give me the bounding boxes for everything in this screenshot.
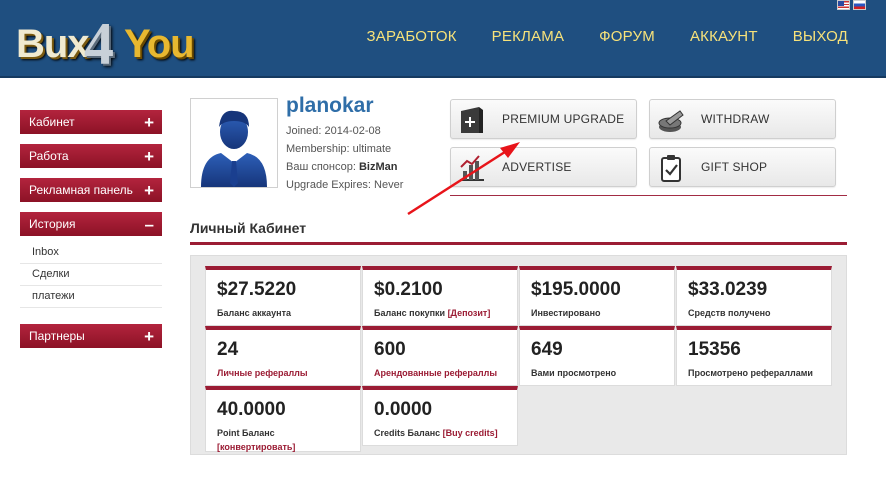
nav-earn[interactable]: ЗАРАБОТОК [367, 28, 457, 45]
direct-referrals-link[interactable]: Личные рефераллы [217, 366, 308, 380]
stat-card-referral-views: 15356 Просмотрено рефераллами [676, 326, 832, 386]
profile-info: planokar Joined: 2014-02-08 Membership: … [286, 94, 403, 194]
history-submenu: Inbox Сделки платежи [20, 242, 162, 308]
stat-label: Инвестировано [531, 308, 601, 318]
username[interactable]: planokar [286, 94, 403, 118]
coins-icon [658, 110, 684, 132]
stat-card-direct-referrals: 24 Личные рефераллы [205, 326, 361, 386]
logo-part-4: 4 [84, 11, 114, 77]
logo-part-you: You [124, 22, 195, 66]
sidebar-item-label: Работа [29, 149, 69, 163]
stat-label: Credits Баланс [Buy credits] [374, 426, 498, 440]
us-flag-icon[interactable] [837, 0, 850, 10]
withdraw-button[interactable]: WITHDRAW [649, 99, 836, 139]
rented-referrals-link[interactable]: Арендованные рефераллы [374, 366, 497, 380]
sponsor-label: Ваш спонсор: [286, 161, 359, 173]
header: Bux 4 You ЗАРАБОТОК РЕКЛАМА ФОРУМ АККАУН… [0, 0, 886, 78]
joined-date: Joined: 2014-02-08 [286, 125, 381, 137]
stat-value: $27.5220 [217, 279, 297, 300]
tile-label: GIFT SHOP [701, 160, 768, 174]
stat-card-point-balance: 40.0000 Point Баланс [конвертировать] [205, 386, 361, 452]
stat-value: $0.2100 [374, 279, 443, 300]
stat-card-account-balance: $27.5220 Баланс аккаунта [205, 266, 361, 326]
section-underline [190, 242, 847, 245]
submenu-item-inbox[interactable]: Inbox [20, 242, 162, 264]
tile-label: WITHDRAW [701, 112, 770, 126]
tile-label: ADVERTISE [502, 160, 572, 174]
stat-value: 15356 [688, 339, 741, 360]
stat-card-viewed: 649 Вами просмотрено [519, 326, 675, 386]
buy-credits-link[interactable]: [Buy credits] [443, 428, 498, 438]
avatar[interactable] [190, 98, 278, 188]
stat-label: Вами просмотрено [531, 368, 617, 378]
stat-value: 40.0000 [217, 399, 286, 420]
nav-logout[interactable]: ВЫХОД [793, 28, 848, 45]
sidebar-item-label: Кабинет [29, 115, 75, 129]
stat-label: Баланс покупки [Депозит] [374, 306, 490, 320]
plus-icon [461, 107, 483, 133]
user-avatar-icon [201, 110, 267, 187]
sidebar-item-label: История [29, 217, 76, 231]
stat-value: 0.0000 [374, 399, 433, 420]
main-nav: ЗАРАБОТОК РЕКЛАМА ФОРУМ АККАУНТ ВЫХОД [367, 28, 848, 45]
stat-card-invested: $195.0000 Инвестировано [519, 266, 675, 326]
submenu-item-payments[interactable]: платежи [20, 286, 162, 308]
expand-icon: + [144, 180, 154, 200]
membership: Membership: ultimate [286, 143, 392, 155]
advertise-button[interactable]: ADVERTISE [450, 147, 637, 187]
tile-label: PREMIUM UPGRADE [502, 112, 625, 126]
sidebar-item-ad-panel[interactable]: Рекламная панель + [20, 178, 162, 202]
stat-label: Point Баланс [конвертировать] [217, 426, 295, 454]
sponsor-name: BizMan [358, 161, 398, 173]
stat-value: 649 [531, 339, 563, 360]
clipboard-icon [661, 155, 681, 182]
section-title: Личный Кабинет [190, 220, 307, 236]
nav-account[interactable]: АККАУНТ [690, 28, 758, 45]
expand-icon: + [144, 146, 154, 166]
nav-forum[interactable]: ФОРУМ [599, 28, 655, 45]
sidebar-item-work[interactable]: Работа + [20, 144, 162, 168]
upgrade-expires: Upgrade Expires: Never [286, 179, 404, 191]
stat-label: Средств получено [688, 308, 771, 318]
stat-value: 600 [374, 339, 406, 360]
convert-link[interactable]: [конвертировать] [217, 442, 295, 452]
stat-label-text: Credits Баланс [374, 428, 443, 438]
sidebar-item-partners[interactable]: Партнеры + [20, 324, 162, 348]
chart-icon [460, 155, 484, 181]
stat-card-credits-balance: 0.0000 Credits Баланс [Buy credits] [362, 386, 518, 446]
expand-icon: + [144, 326, 154, 346]
stat-label-text: Point Баланс [217, 428, 275, 438]
sidebar-item-label: Рекламная панель [29, 183, 133, 197]
stat-card-received: $33.0239 Средств получено [676, 266, 832, 326]
stat-label-text: Баланс покупки [374, 308, 448, 318]
expand-icon: + [144, 112, 154, 132]
submenu-item-deals[interactable]: Сделки [20, 264, 162, 286]
collapse-icon: – [144, 214, 154, 234]
stat-value: 24 [217, 339, 239, 360]
logo[interactable]: Bux 4 You [16, 11, 216, 77]
tiles-divider [450, 195, 847, 196]
sidebar-item-label: Партнеры [29, 329, 85, 343]
stats-grid: $27.5220 Баланс аккаунта $0.2100 Баланс … [190, 255, 847, 455]
ru-flag-icon[interactable] [853, 0, 866, 10]
stat-value: $195.0000 [531, 279, 621, 300]
gift-shop-button[interactable]: GIFT SHOP [649, 147, 836, 187]
nav-advertising[interactable]: РЕКЛАМА [492, 28, 565, 45]
deposit-link[interactable]: [Депозит] [448, 308, 491, 318]
stat-value: $33.0239 [688, 279, 768, 300]
sidebar-item-cabinet[interactable]: Кабинет + [20, 110, 162, 134]
logo-part-bux: Bux [16, 22, 90, 66]
stat-card-purchase-balance: $0.2100 Баланс покупки [Депозит] [362, 266, 518, 326]
language-flags [837, 0, 866, 10]
stat-card-rented-referrals: 600 Арендованные рефераллы [362, 326, 518, 386]
sidebar: Кабинет + Работа + Рекламная панель + Ис… [20, 110, 162, 358]
sidebar-item-history[interactable]: История – [20, 212, 162, 236]
premium-upgrade-button[interactable]: PREMIUM UPGRADE [450, 99, 637, 139]
stat-label: Просмотрено рефераллами [688, 368, 813, 378]
sponsor: Ваш спонсор: BizMan [286, 158, 403, 176]
stat-label: Баланс аккаунта [217, 308, 292, 318]
